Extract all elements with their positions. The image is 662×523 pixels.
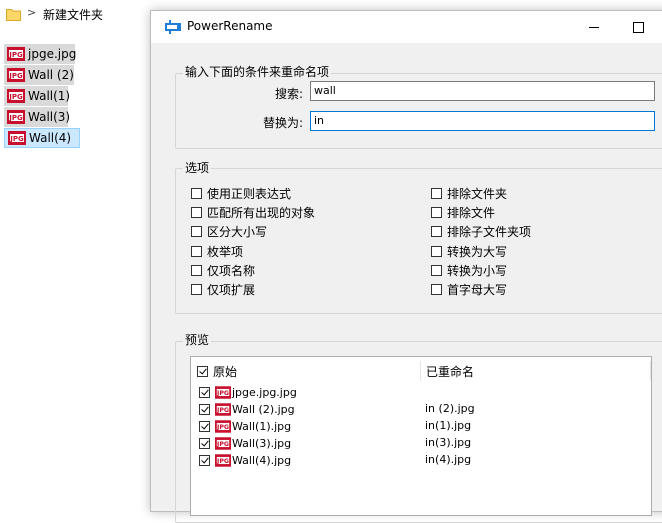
breadcrumb-separator[interactable]: > (27, 6, 36, 19)
svg-text:JPG: JPG (8, 93, 23, 101)
lowercase-option[interactable]: 转换为小写 (431, 262, 507, 279)
search-input[interactable]: wall (310, 81, 655, 101)
original-name: Wall(1).jpg (232, 419, 292, 433)
folder-icon (6, 9, 21, 21)
checkbox[interactable] (431, 226, 442, 237)
regex-option[interactable]: 使用正则表达式 (191, 185, 291, 202)
checkbox[interactable] (191, 284, 202, 295)
preview-list[interactable]: 原始 已重命名 JPG jpge.jpg.jpg JPG Wall (2).jp… (190, 356, 652, 516)
column-separator[interactable] (420, 361, 421, 381)
replace-input[interactable]: in (310, 111, 655, 131)
options-group-title: 选项 (183, 159, 212, 176)
titlecase-option[interactable]: 首字母大写 (431, 281, 507, 298)
powerrename-app-icon (165, 20, 181, 34)
file-name: Wall(1) (28, 89, 71, 103)
renamed-name: in (2).jpg (425, 402, 475, 415)
file-item-selected[interactable]: JPG Wall(4) (4, 128, 80, 148)
column-original: 原始 (213, 365, 238, 379)
file-name: Wall(3) (28, 110, 71, 124)
select-all-header[interactable]: 原始 (197, 363, 237, 380)
row-checkbox[interactable] (199, 420, 210, 432)
checkbox[interactable] (431, 207, 442, 218)
row-checkbox[interactable] (199, 437, 210, 449)
svg-text:JPG: JPG (8, 72, 23, 80)
jpg-file-icon: JPG (215, 419, 231, 433)
replace-label: 替换为: (262, 116, 303, 130)
match-all-option[interactable]: 匹配所有出现的对象 (191, 204, 315, 221)
svg-text:JPG: JPG (9, 135, 24, 143)
renamed-name: in(3).jpg (425, 436, 472, 449)
select-all-checkbox[interactable] (197, 366, 208, 377)
jpg-file-icon: JPG (7, 68, 25, 82)
file-item[interactable]: JPG jpge.jpg (4, 44, 77, 64)
checkbox[interactable] (431, 246, 442, 257)
original-name: jpge.jpg.jpg (232, 385, 297, 399)
enumerate-option[interactable]: 枚举项 (191, 243, 243, 260)
checkbox[interactable] (191, 265, 202, 276)
uppercase-option[interactable]: 转换为大写 (431, 243, 507, 260)
renamed-name: in(1).jpg (425, 419, 472, 432)
file-name: jpge.jpg (28, 47, 77, 61)
preview-row[interactable]: JPG Wall(1).jpg (199, 418, 291, 434)
window-title: PowerRename (187, 19, 273, 33)
svg-text:JPG: JPG (216, 424, 229, 431)
checkbox[interactable] (431, 188, 442, 199)
extension-only-option[interactable]: 仅项扩展 (191, 281, 255, 298)
original-name: Wall(4).jpg (232, 453, 292, 467)
preview-row[interactable]: JPG jpge.jpg.jpg (199, 384, 297, 400)
row-checkbox[interactable] (199, 386, 210, 398)
checkbox[interactable] (431, 284, 442, 295)
checkbox[interactable] (431, 265, 442, 276)
checkbox[interactable] (191, 246, 202, 257)
column-renamed: 已重命名 (426, 365, 475, 379)
preview-row[interactable]: JPG Wall(3).jpg (199, 435, 291, 451)
name-only-option[interactable]: 仅项名称 (191, 262, 255, 279)
file-name: Wall (2) (28, 68, 74, 82)
jpg-file-icon: JPG (215, 453, 231, 467)
exclude-files-option[interactable]: 排除文件 (431, 204, 495, 221)
jpg-file-icon: JPG (215, 436, 231, 450)
original-name: Wall (2).jpg (232, 402, 295, 416)
maximize-button[interactable] (625, 15, 651, 39)
svg-text:JPG: JPG (8, 114, 23, 122)
search-group-title: 输入下面的条件来重命名项 (183, 63, 332, 80)
svg-text:JPG: JPG (216, 390, 229, 397)
exclude-subfolder-items-option[interactable]: 排除子文件夹项 (431, 223, 531, 240)
checkbox[interactable] (191, 207, 202, 218)
jpg-file-icon: JPG (7, 47, 25, 61)
svg-text:JPG: JPG (216, 441, 229, 448)
file-name: Wall(4) (29, 131, 72, 145)
svg-text:JPG: JPG (216, 407, 229, 414)
column-separator[interactable] (650, 361, 651, 381)
breadcrumb-folder[interactable]: 新建文件夹 (43, 6, 103, 23)
jpg-file-icon: JPG (8, 131, 26, 145)
file-item[interactable]: JPG Wall(3) (4, 107, 71, 127)
preview-group-title: 预览 (183, 331, 212, 348)
search-label: 搜索: (274, 87, 303, 101)
preview-row[interactable]: JPG Wall(4).jpg (199, 452, 291, 468)
exclude-folders-option[interactable]: 排除文件夹 (431, 185, 507, 202)
svg-text:JPG: JPG (8, 51, 23, 59)
file-item[interactable]: JPG Wall(1) (4, 86, 71, 106)
file-item[interactable]: JPG Wall (2) (4, 65, 74, 85)
svg-text:JPG: JPG (216, 458, 229, 465)
renamed-name: in(4).jpg (425, 453, 472, 466)
checkbox[interactable] (191, 188, 202, 199)
case-sensitive-option[interactable]: 区分大小写 (191, 223, 267, 240)
minimize-button[interactable] (581, 15, 607, 39)
preview-row[interactable]: JPG Wall (2).jpg (199, 401, 295, 417)
jpg-file-icon: JPG (7, 89, 25, 103)
row-checkbox[interactable] (199, 403, 210, 415)
jpg-file-icon: JPG (215, 385, 231, 399)
row-checkbox[interactable] (199, 454, 210, 466)
jpg-file-icon: JPG (215, 402, 231, 416)
title-bar[interactable]: PowerRename (151, 11, 662, 43)
jpg-file-icon: JPG (7, 110, 25, 124)
original-name: Wall(3).jpg (232, 436, 292, 450)
checkbox[interactable] (191, 226, 202, 237)
